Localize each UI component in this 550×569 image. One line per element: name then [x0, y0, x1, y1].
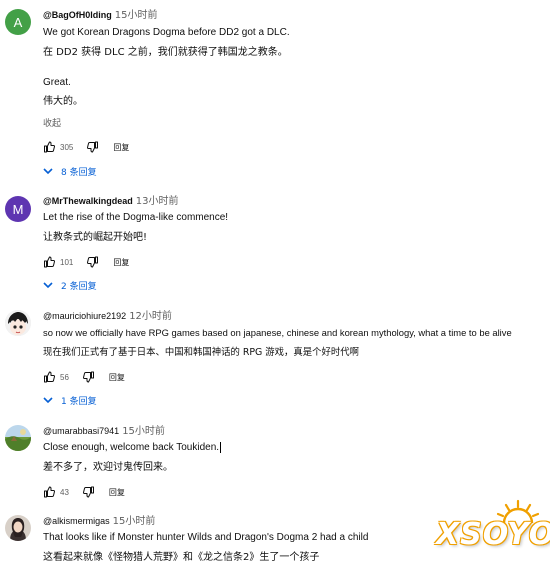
comment-text: Great.	[43, 77, 71, 88]
dislike-button[interactable]	[87, 256, 99, 268]
avatar[interactable]	[5, 310, 31, 336]
dislike-button[interactable]	[82, 486, 95, 498]
comment-author[interactable]: @MrThewalkingdead	[43, 196, 133, 206]
comment-translation: 现在我们正式有了基于日本、中国和韩国神话的 RPG 游戏，真是个好时代啊	[43, 347, 360, 358]
avatar[interactable]: M	[5, 196, 31, 222]
reply-button[interactable]: 回复	[109, 372, 125, 383]
like-button[interactable]: 101	[43, 256, 73, 268]
comment-time[interactable]: 15小时前	[122, 426, 165, 437]
like-button[interactable]: 56	[43, 371, 69, 383]
avatar[interactable]	[5, 425, 31, 451]
like-count: 43	[60, 487, 69, 497]
portrait-avatar-icon	[5, 515, 31, 541]
like-count: 56	[60, 372, 69, 382]
chevron-down-icon	[43, 397, 53, 404]
comment-meta: @MrThewalkingdead 13小时前	[43, 195, 544, 208]
like-button[interactable]: 43	[43, 486, 69, 498]
thumbs-down-icon	[82, 371, 94, 383]
thumbs-down-icon	[87, 256, 99, 268]
like-count: 305	[60, 142, 74, 152]
comment-meta: @BagOfH0lding 15小时前	[43, 9, 544, 22]
avatar[interactable]: A	[5, 9, 31, 35]
avatar[interactable]	[5, 515, 31, 541]
thumbs-up-icon	[44, 371, 55, 383]
thumbs-up-icon	[44, 486, 55, 498]
comment-time[interactable]: 15小时前	[115, 10, 158, 21]
thumbs-up-icon	[44, 141, 55, 153]
comment-actions: 305 回复	[43, 140, 129, 154]
replies-label: 8 条回复	[61, 167, 97, 178]
comment-translation: 在 DD2 获得 DLC 之前，我们就获得了韩国龙之教条。	[43, 47, 288, 58]
comment-author[interactable]: @BagOfH0lding	[43, 10, 112, 20]
anime-avatar-icon	[5, 310, 31, 336]
comment-time[interactable]: 12小时前	[129, 311, 172, 322]
thumbs-down-icon	[82, 486, 94, 498]
comment-translation: 差不多了，欢迎讨鬼传回来。	[43, 462, 173, 473]
reply-button[interactable]: 回复	[113, 257, 129, 268]
comment-actions: 43 回复	[43, 485, 125, 499]
comment-translation: 伟大的。	[43, 96, 83, 107]
view-replies-button[interactable]: 8 条回复	[43, 164, 97, 178]
comment-text-content: Close enough, welcome back Toukiden.	[43, 442, 220, 453]
dislike-button[interactable]	[82, 371, 95, 383]
comment-meta: @umarabbasi7941 15小时前	[43, 425, 544, 438]
chevron-down-icon	[43, 168, 53, 175]
comment-actions: 101 回复	[43, 255, 129, 269]
view-replies-button[interactable]: 1 条回复	[43, 393, 97, 407]
reply-button[interactable]: 回复	[109, 487, 125, 498]
landscape-avatar-icon	[5, 425, 31, 451]
dislike-button[interactable]	[87, 141, 99, 153]
thumbs-down-icon	[87, 141, 99, 153]
chevron-down-icon	[43, 282, 53, 289]
comment-translation: 让教条式的崛起开始吧!	[43, 232, 148, 243]
avatar-letter: A	[13, 14, 23, 30]
watermark-text: XSOYO	[436, 517, 550, 552]
replies-label: 2 条回复	[61, 281, 97, 292]
collapse-link[interactable]: 收起	[43, 117, 544, 131]
like-count: 101	[60, 257, 74, 267]
comment-time[interactable]: 13小时前	[136, 196, 179, 207]
comment-author[interactable]: @mauriciohiure2192	[43, 311, 126, 321]
comment-text: so now we officially have RPG games base…	[43, 327, 512, 338]
comment-author[interactable]: @umarabbasi7941	[43, 426, 119, 436]
comment-text: Close enough, welcome back Toukiden.	[43, 441, 544, 455]
avatar-letter: M	[12, 201, 24, 217]
comment-author[interactable]: @alkismermigas	[43, 516, 110, 526]
comment-text: Let the rise of the Dogma-like commence!	[43, 212, 229, 223]
comment-time[interactable]: 15小时前	[113, 516, 156, 527]
comment-text: We got Korean Dragons Dogma before DD2 g…	[43, 27, 290, 38]
replies-label: 1 条回复	[61, 396, 97, 407]
watermark-logo: XSOYO	[430, 495, 550, 565]
comment-meta: @mauriciohiure2192 12小时前	[43, 310, 544, 323]
text-cursor	[220, 441, 222, 453]
view-replies-button[interactable]: 2 条回复	[43, 278, 97, 292]
reply-button[interactable]: 回复	[113, 142, 129, 153]
like-button[interactable]: 305	[43, 141, 73, 153]
comment-actions: 56 回复	[43, 370, 125, 384]
thumbs-up-icon	[44, 256, 55, 268]
